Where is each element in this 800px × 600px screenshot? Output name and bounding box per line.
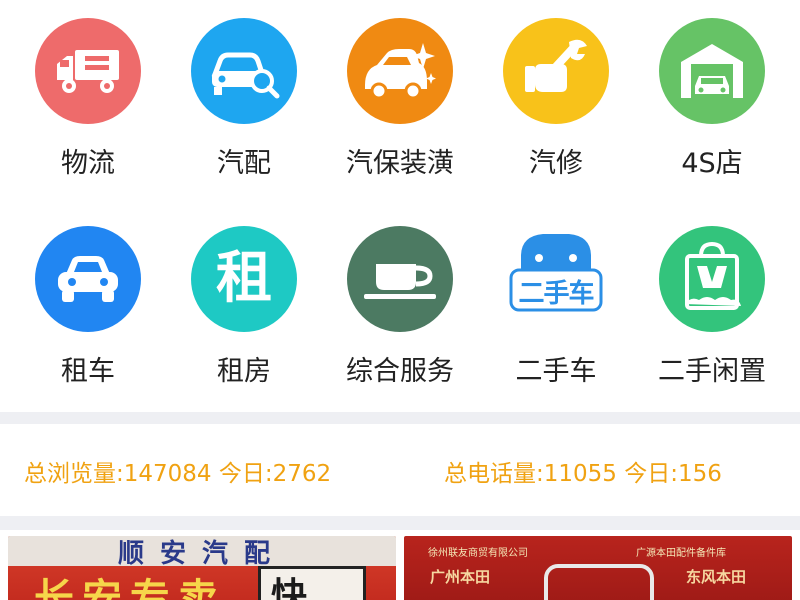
banner-sign-box: 快 (258, 566, 366, 600)
category-second-hand-goods[interactable]: 二手闲置 (634, 226, 790, 426)
banner-company-name: 徐州联友商贸有限公司 (428, 548, 528, 559)
garage-icon (659, 18, 765, 124)
calls-today-label: 今日: (624, 461, 678, 487)
total-calls-value: 11055 (543, 461, 617, 487)
car-sparkle-icon (347, 18, 453, 124)
views-today-value: 2762 (272, 461, 332, 487)
ad-banners: 顺安汽配 长安专卖 快 徐州联友商贸有限公司 广源本田配件备件库 广州本田 东风… (0, 530, 800, 600)
total-calls-label: 总电话量: (444, 461, 544, 487)
category-label: 汽修 (529, 148, 583, 179)
category-label: 租房 (217, 356, 271, 387)
category-house-rental[interactable]: 租 租房 (166, 226, 322, 426)
used-car-glyph: 二手车 (518, 278, 594, 309)
wrench-hand-icon (503, 18, 609, 124)
honda-logo-icon (544, 564, 654, 600)
views-stat: 总浏览量:147084 今日:2762 (24, 454, 331, 488)
used-car-badge-icon: 二手车 (503, 226, 609, 332)
car-icon (35, 226, 141, 332)
banner-brand-left: 广州本田 (430, 568, 491, 586)
category-logistics[interactable]: 物流 (10, 18, 166, 218)
category-general-services[interactable]: 综合服务 (322, 226, 478, 426)
category-car-care[interactable]: 汽保装潢 (322, 18, 478, 218)
banner-honda-parts[interactable]: 徐州联友商贸有限公司 广源本田配件备件库 广州本田 东风本田 (404, 536, 792, 600)
total-views-label: 总浏览量: (24, 461, 124, 487)
coffee-cup-icon (347, 226, 453, 332)
category-grid: 物流 汽配 汽保装潢 汽修 4S店 租车 租 租房 综合服务 二手车 二手车 二… (0, 0, 800, 412)
category-label: 汽配 (217, 148, 271, 179)
calls-stat: 总电话量:11055 今日:156 (444, 454, 722, 488)
category-repair[interactable]: 汽修 (478, 18, 634, 218)
category-4s-store[interactable]: 4S店 (634, 18, 790, 218)
category-label: 租车 (61, 356, 115, 387)
shopping-bag-icon (659, 226, 765, 332)
category-label: 综合服务 (346, 356, 454, 387)
total-views-value: 147084 (123, 461, 212, 487)
category-label: 二手闲置 (658, 356, 766, 387)
banner-sign-top: 顺安汽配 (8, 536, 396, 569)
section-divider (0, 516, 800, 530)
category-label: 物流 (61, 148, 115, 179)
banner-brand-right: 东风本田 (686, 568, 747, 586)
banner-main-text: 长安专卖 (34, 575, 226, 600)
banner-shunan-parts[interactable]: 顺安汽配 长安专卖 快 (8, 536, 396, 600)
category-label: 汽保装潢 (346, 148, 454, 179)
truck-icon (35, 18, 141, 124)
car-search-icon (191, 18, 297, 124)
calls-today-value: 156 (677, 461, 722, 487)
section-divider (0, 412, 800, 424)
rent-character-icon: 租 (191, 226, 297, 332)
category-label: 4S店 (681, 148, 743, 179)
category-label: 二手车 (515, 356, 597, 387)
banner-store-name: 顺安汽配 (117, 538, 286, 569)
category-car-rental[interactable]: 租车 (10, 226, 166, 426)
banner-box-text: 快 (271, 576, 308, 600)
banner-warehouse-name: 广源本田配件备件库 (636, 548, 726, 559)
category-auto-parts[interactable]: 汽配 (166, 18, 322, 218)
category-used-cars[interactable]: 二手车 二手车 (478, 226, 634, 426)
views-today-label: 今日: (218, 461, 273, 487)
rent-glyph: 租 (216, 246, 272, 311)
stats-bar: 总浏览量:147084 今日:2762 总电话量:11055 今日:156 (0, 424, 800, 516)
